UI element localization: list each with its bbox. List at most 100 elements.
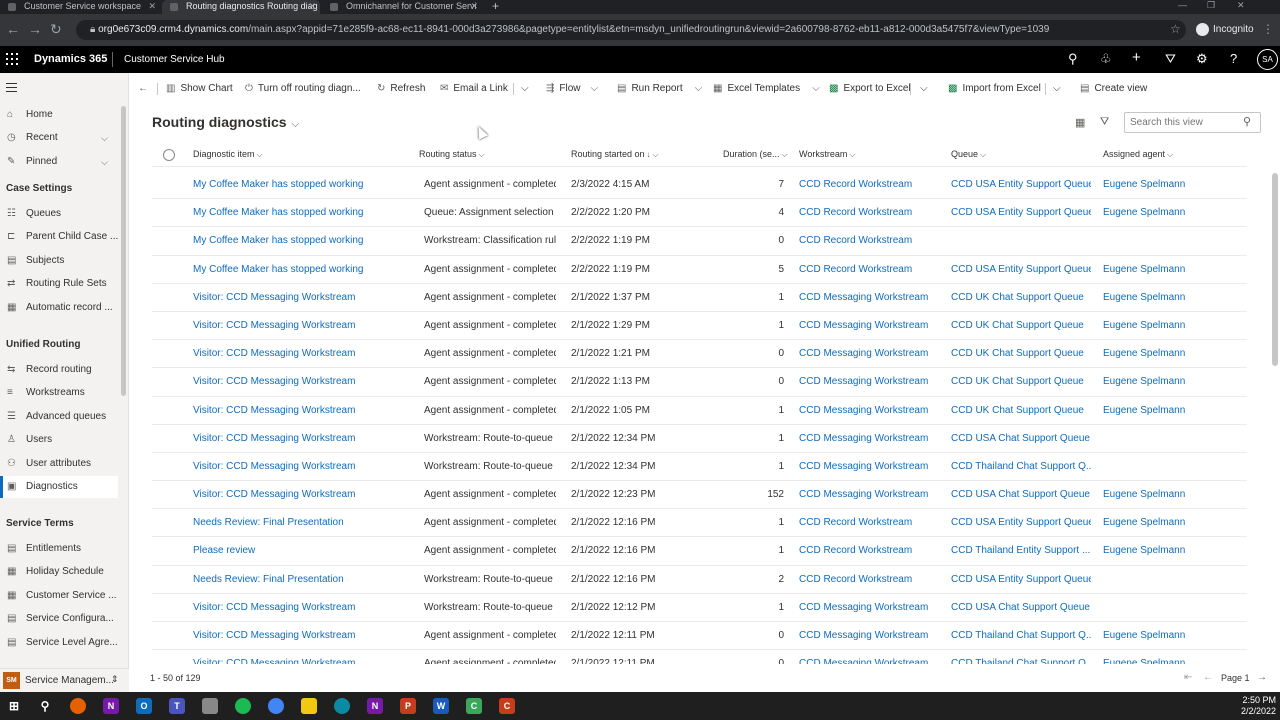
view-selector[interactable]: Routing diagnostics ⌵ bbox=[152, 114, 299, 130]
sidebar-item-automatic-record[interactable]: ▦ Automatic record ... bbox=[0, 297, 118, 319]
back-arrow-icon[interactable]: ← bbox=[6, 21, 20, 37]
window-close-icon[interactable]: ✕ bbox=[1237, 0, 1245, 11]
cell-queue[interactable]: CCD USA Entity Support Queue bbox=[951, 264, 1091, 275]
table-row[interactable]: Visitor: CCD Messaging Workstream Agent a… bbox=[152, 397, 1247, 425]
area-switcher[interactable]: SM Service Managem... ⇕ bbox=[0, 668, 129, 692]
firefox-icon[interactable] bbox=[70, 698, 86, 714]
cell-workstream[interactable]: CCD Record Workstream bbox=[799, 179, 939, 190]
cell-queue[interactable]: CCD Thailand Chat Support Q... bbox=[951, 461, 1091, 472]
table-row[interactable]: Visitor: CCD Messaging Workstream Workstr… bbox=[152, 453, 1247, 482]
previous-page-icon[interactable]: ← bbox=[1203, 672, 1213, 683]
email-link-button[interactable]: ✉ Email a Link bbox=[440, 78, 508, 100]
cell-assigned-agent[interactable]: Eugene Spelmann bbox=[1103, 207, 1243, 218]
cell-diagnostic-item[interactable]: Visitor: CCD Messaging Workstream bbox=[193, 320, 413, 331]
cell-diagnostic-item[interactable]: Visitor: CCD Messaging Workstream bbox=[193, 405, 413, 416]
file-explorer-icon[interactable] bbox=[301, 698, 317, 714]
column-header-assigned-agent[interactable]: Assigned agent ⌵ bbox=[1103, 149, 1173, 160]
cell-queue[interactable]: CCD UK Chat Support Queue bbox=[951, 376, 1091, 387]
cell-assigned-agent[interactable]: Eugene Spelmann bbox=[1103, 489, 1243, 500]
cell-assigned-agent[interactable]: Eugene Spelmann bbox=[1103, 292, 1243, 303]
table-row[interactable]: Visitor: CCD Messaging Workstream Agent a… bbox=[152, 622, 1247, 651]
url-field[interactable]: 🔒︎ org0e673c09.crm4.dynamics.com/main.as… bbox=[76, 20, 1186, 40]
sidebar-item-user-attributes[interactable]: ⚇ User attributes bbox=[0, 453, 118, 475]
table-row[interactable]: Visitor: CCD Messaging Workstream Workstr… bbox=[152, 425, 1247, 453]
app-launcher-icon[interactable] bbox=[6, 53, 18, 65]
word-icon[interactable]: W bbox=[433, 698, 449, 714]
search-icon[interactable]: ⚲ bbox=[1068, 51, 1078, 67]
table-row[interactable]: My Coffee Maker has stopped working Works… bbox=[152, 227, 1247, 256]
outlook-icon[interactable]: O bbox=[136, 698, 152, 714]
incognito-indicator[interactable]: Incognito bbox=[1196, 23, 1254, 36]
browser-menu-icon[interactable]: ⋮ bbox=[1262, 22, 1274, 36]
chevron-updown-icon[interactable]: ⇕ bbox=[111, 674, 119, 685]
cell-diagnostic-item[interactable]: Visitor: CCD Messaging Workstream bbox=[193, 630, 413, 641]
cell-assigned-agent[interactable]: Eugene Spelmann bbox=[1103, 658, 1243, 664]
cell-queue[interactable]: CCD UK Chat Support Queue bbox=[951, 405, 1091, 416]
cell-assigned-agent[interactable]: Eugene Spelmann bbox=[1103, 517, 1243, 528]
table-row[interactable]: Visitor: CCD Messaging Workstream Agent a… bbox=[152, 284, 1247, 312]
table-row[interactable]: Visitor: CCD Messaging Workstream Agent a… bbox=[152, 481, 1247, 510]
cell-queue[interactable]: CCD USA Entity Support Queue bbox=[951, 207, 1091, 218]
new-tab-icon[interactable]: + bbox=[492, 0, 499, 13]
cell-diagnostic-item[interactable]: My Coffee Maker has stopped working bbox=[193, 235, 413, 246]
cell-workstream[interactable]: CCD Record Workstream bbox=[799, 517, 939, 528]
plus-icon[interactable]: + bbox=[1132, 49, 1141, 66]
cell-queue[interactable]: CCD UK Chat Support Queue bbox=[951, 292, 1091, 303]
export-dropdown[interactable]: ⌵ bbox=[920, 78, 928, 100]
cell-workstream[interactable]: CCD Record Workstream bbox=[799, 574, 939, 585]
cell-diagnostic-item[interactable]: Visitor: CCD Messaging Workstream bbox=[193, 376, 413, 387]
excel-templates-button[interactable]: ▦ Excel Templates ⌵ bbox=[713, 78, 820, 100]
sidebar-item-diagnostics[interactable]: ▣ Diagnostics bbox=[0, 476, 118, 498]
cell-diagnostic-item[interactable]: My Coffee Maker has stopped working bbox=[193, 207, 413, 218]
table-row[interactable]: My Coffee Maker has stopped working Agent… bbox=[152, 171, 1247, 200]
cell-diagnostic-item[interactable]: Needs Review: Final Presentation bbox=[193, 517, 413, 528]
cell-workstream[interactable]: CCD Messaging Workstream bbox=[799, 658, 939, 664]
next-page-icon[interactable]: → bbox=[1257, 672, 1267, 683]
grid-scrollbar[interactable] bbox=[1272, 173, 1278, 366]
create-view-button[interactable]: ▤ Create view bbox=[1080, 78, 1147, 100]
cell-diagnostic-item[interactable]: Visitor: CCD Messaging Workstream bbox=[193, 461, 413, 472]
edge-icon[interactable] bbox=[334, 698, 350, 714]
column-header-duration[interactable]: Duration (se... ⌵ bbox=[723, 149, 788, 160]
first-page-icon[interactable]: ⇤ bbox=[1184, 672, 1192, 683]
cell-assigned-agent[interactable]: Eugene Spelmann bbox=[1103, 630, 1243, 641]
onenote-icon[interactable]: N bbox=[367, 698, 383, 714]
table-row[interactable]: Please review Agent assignment - complete… bbox=[152, 537, 1247, 566]
flow-button[interactable]: ⇶ Flow ⌵ bbox=[546, 78, 598, 100]
cell-workstream[interactable]: CCD Record Workstream bbox=[799, 235, 939, 246]
table-row[interactable]: Needs Review: Final Presentation Agent as… bbox=[152, 509, 1247, 538]
lightbulb-icon[interactable]: ♧ bbox=[1100, 51, 1112, 67]
cell-queue[interactable]: CCD UK Chat Support Queue bbox=[951, 348, 1091, 359]
cell-assigned-agent[interactable]: Eugene Spelmann bbox=[1103, 348, 1243, 359]
table-row[interactable]: Visitor: CCD Messaging Workstream Agent a… bbox=[152, 368, 1247, 397]
table-row[interactable]: Visitor: CCD Messaging Workstream Workstr… bbox=[152, 594, 1247, 622]
cell-workstream[interactable]: CCD Messaging Workstream bbox=[799, 320, 939, 331]
back-button[interactable]: ← bbox=[138, 78, 148, 100]
cell-diagnostic-item[interactable]: Visitor: CCD Messaging Workstream bbox=[193, 348, 413, 359]
sidebar-item-parent-child-case[interactable]: ⊏ Parent Child Case ... bbox=[0, 226, 118, 248]
forward-arrow-icon[interactable]: → bbox=[28, 21, 42, 37]
chevron-down-icon[interactable]: ⌵ bbox=[101, 127, 108, 149]
sidebar-item-service-configuration[interactable]: ▤ Service Configura... bbox=[0, 608, 118, 630]
cell-queue[interactable]: CCD USA Entity Support Queue bbox=[951, 179, 1091, 190]
cell-workstream[interactable]: CCD Messaging Workstream bbox=[799, 292, 939, 303]
export-to-excel-button[interactable]: ▩ Export to Excel bbox=[829, 78, 911, 100]
search-input[interactable] bbox=[1124, 112, 1261, 133]
cell-assigned-agent[interactable]: Eugene Spelmann bbox=[1103, 320, 1243, 331]
sidebar-scrollbar[interactable] bbox=[121, 106, 126, 396]
table-row[interactable]: Visitor: CCD Messaging Workstream Agent a… bbox=[152, 340, 1247, 369]
column-header-routing-status[interactable]: Routing status ⌵ bbox=[419, 149, 485, 160]
cell-workstream[interactable]: CCD Messaging Workstream bbox=[799, 489, 939, 500]
table-row[interactable]: Visitor: CCD Messaging Workstream Agent a… bbox=[152, 650, 1247, 664]
edit-columns-icon[interactable]: ▦ bbox=[1075, 116, 1085, 129]
product-name[interactable]: Dynamics 365 bbox=[34, 53, 107, 65]
turn-off-routing-diagnostics-button[interactable]: ⏻ Turn off routing diagn... bbox=[245, 78, 361, 100]
windows-start-icon[interactable]: ⊞ bbox=[6, 698, 22, 714]
sidebar-item-home[interactable]: ⌂ Home bbox=[0, 104, 118, 126]
cell-diagnostic-item[interactable]: Please review bbox=[193, 545, 413, 556]
recorder-icon[interactable]: C bbox=[499, 698, 515, 714]
cell-queue[interactable]: CCD UK Chat Support Queue bbox=[951, 320, 1091, 331]
cell-diagnostic-item[interactable]: My Coffee Maker has stopped working bbox=[193, 179, 413, 190]
window-maximize-icon[interactable]: ❐ bbox=[1207, 0, 1215, 11]
show-chart-button[interactable]: ▥ Show Chart bbox=[166, 78, 233, 100]
